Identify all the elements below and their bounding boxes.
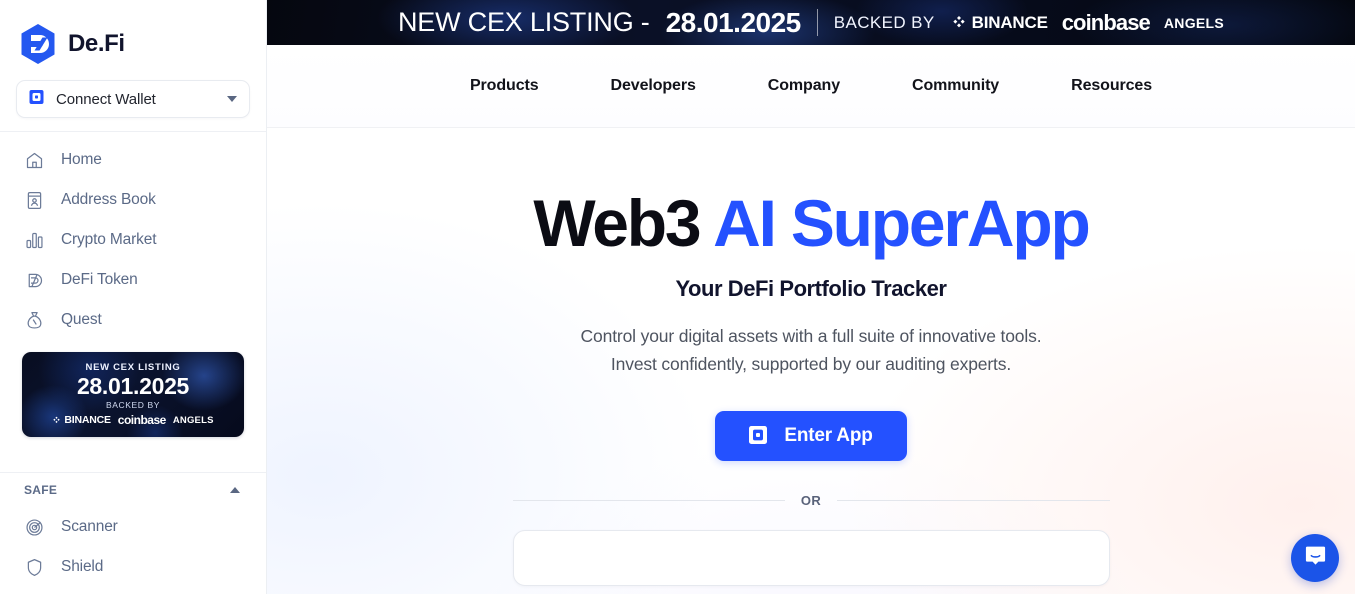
nav-link-resources[interactable]: Resources — [1035, 67, 1188, 105]
sidebar-item-label: Crypto Market — [61, 231, 157, 248]
banner-backed-label: BACKED BY — [833, 12, 935, 32]
banner-date: 28.01.2025 — [665, 6, 802, 38]
defi-token-icon — [24, 270, 45, 291]
hero-title-plain: Web3 — [533, 186, 714, 260]
sidebar-item-label: DeFi Token — [61, 271, 138, 288]
hero-title-accent: AI SuperApp — [713, 186, 1091, 260]
defi-hexagon-logo-icon — [19, 23, 57, 65]
promo-backed-label: BACKED BY — [105, 400, 161, 411]
intercom-chat-button[interactable] — [1291, 534, 1339, 582]
sidebar-item-shield[interactable]: Shield — [0, 547, 266, 587]
promo-top-label: NEW CEX LISTING — [85, 361, 181, 373]
sidebar-item-label: Address Book — [61, 191, 156, 208]
wallet-icon — [749, 425, 771, 446]
chevron-up-icon[interactable] — [230, 487, 240, 493]
hero-subtitle: Your DeFi Portfolio Tracker — [675, 276, 947, 301]
money-bag-icon — [24, 310, 45, 331]
enter-app-button[interactable]: Enter App — [715, 410, 907, 461]
safe-section-header[interactable]: SAFE — [0, 473, 266, 507]
angels-logo: ANGELS — [172, 414, 214, 426]
sidebar-item-address-book[interactable]: Address Book — [0, 180, 266, 220]
banner-title: NEW CEX LISTING - — [397, 7, 650, 37]
connect-wallet-label: Connect Wallet — [56, 90, 156, 108]
sidebar-item-label: Home — [61, 151, 102, 168]
sidebar-item-crypto-market[interactable]: Crypto Market — [0, 220, 266, 260]
hero-description: Control your digital assets with a full … — [581, 322, 1042, 379]
nav-link-company[interactable]: Company — [732, 67, 876, 105]
page-title: Web3 AI SuperApp — [533, 190, 1090, 256]
binance-mark-icon — [53, 416, 61, 423]
sidebar-item-quest[interactable]: Quest — [0, 300, 266, 340]
sidebar-item-label: Shield — [61, 558, 104, 575]
hero-section: Web3 AI SuperApp Your DeFi Portfolio Tra… — [267, 128, 1355, 586]
bar-chart-icon — [24, 230, 45, 251]
wallet-icon — [29, 89, 46, 110]
coinbase-logo: coinbase — [117, 413, 167, 428]
main-content: NEW CEX LISTING - 28.01.2025 BACKED BY B… — [267, 0, 1355, 594]
binance-label: BINANCE — [971, 12, 1048, 32]
coinbase-logo: coinbase — [1061, 9, 1151, 35]
nav-link-products[interactable]: Products — [434, 67, 575, 105]
brand-name: De.Fi — [68, 30, 125, 57]
binance-label: BINANCE — [64, 414, 111, 427]
app-root: De.Fi Connect Wallet Home Address Book C… — [0, 0, 1355, 594]
nav-link-developers[interactable]: Developers — [575, 67, 732, 105]
banner-content: NEW CEX LISTING - 28.01.2025 BACKED BY B… — [267, 0, 1355, 45]
radar-icon — [24, 517, 45, 538]
hero-description-line2: Invest confidently, supported by our aud… — [610, 354, 1012, 375]
sidebar-promo-banner[interactable]: NEW CEX LISTING 28.01.2025 BACKED BY BIN… — [22, 352, 244, 437]
sidebar-item-scanner[interactable]: Scanner — [0, 507, 266, 547]
top-announcement-banner[interactable]: NEW CEX LISTING - 28.01.2025 BACKED BY B… — [267, 0, 1355, 45]
or-divider-line-right — [837, 499, 1110, 501]
home-icon — [24, 150, 45, 171]
sidebar-item-home[interactable]: Home — [0, 140, 266, 180]
sidebar-item-label: Scanner — [61, 518, 118, 535]
banner-partner-logos: BINANCE coinbase ANGELS — [951, 10, 1224, 36]
sidebar: De.Fi Connect Wallet Home Address Book C… — [0, 0, 267, 594]
or-divider-label: OR — [800, 492, 822, 508]
sidebar-item-defi-token[interactable]: DeFi Token — [0, 260, 266, 300]
enter-app-label: Enter App — [784, 424, 873, 446]
binance-logo: BINANCE — [52, 414, 111, 427]
angels-logo: ANGELS — [1163, 14, 1225, 31]
brand[interactable]: De.Fi — [0, 0, 266, 72]
address-book-icon — [24, 190, 45, 211]
search-input[interactable] — [512, 529, 1110, 586]
banner-separator — [816, 9, 818, 36]
chevron-down-icon[interactable] — [227, 96, 237, 102]
sidebar-nav: Home Address Book Crypto Market DeFi Tok… — [0, 132, 266, 340]
top-navigation: Products Developers Company Community Re… — [267, 45, 1355, 128]
hero-description-line1: Control your digital assets with a full … — [580, 326, 1042, 346]
binance-mark-icon — [952, 15, 965, 27]
or-divider-line-left — [512, 499, 785, 501]
shield-icon — [24, 557, 45, 578]
promo-content: NEW CEX LISTING 28.01.2025 BACKED BY BIN… — [22, 352, 244, 437]
sidebar-item-label: Quest — [61, 311, 102, 328]
binance-logo: BINANCE — [951, 13, 1048, 33]
or-divider: OR — [512, 492, 1110, 508]
safe-section: SAFE Scanner Shield — [0, 459, 266, 587]
promo-date: 28.01.2025 — [76, 372, 190, 399]
safe-section-title: SAFE — [24, 483, 58, 497]
nav-link-community[interactable]: Community — [876, 67, 1035, 105]
promo-partner-logos: BINANCE coinbase ANGELS — [52, 413, 213, 427]
intercom-chat-icon — [1303, 543, 1328, 573]
connect-wallet-button[interactable]: Connect Wallet — [16, 80, 250, 118]
